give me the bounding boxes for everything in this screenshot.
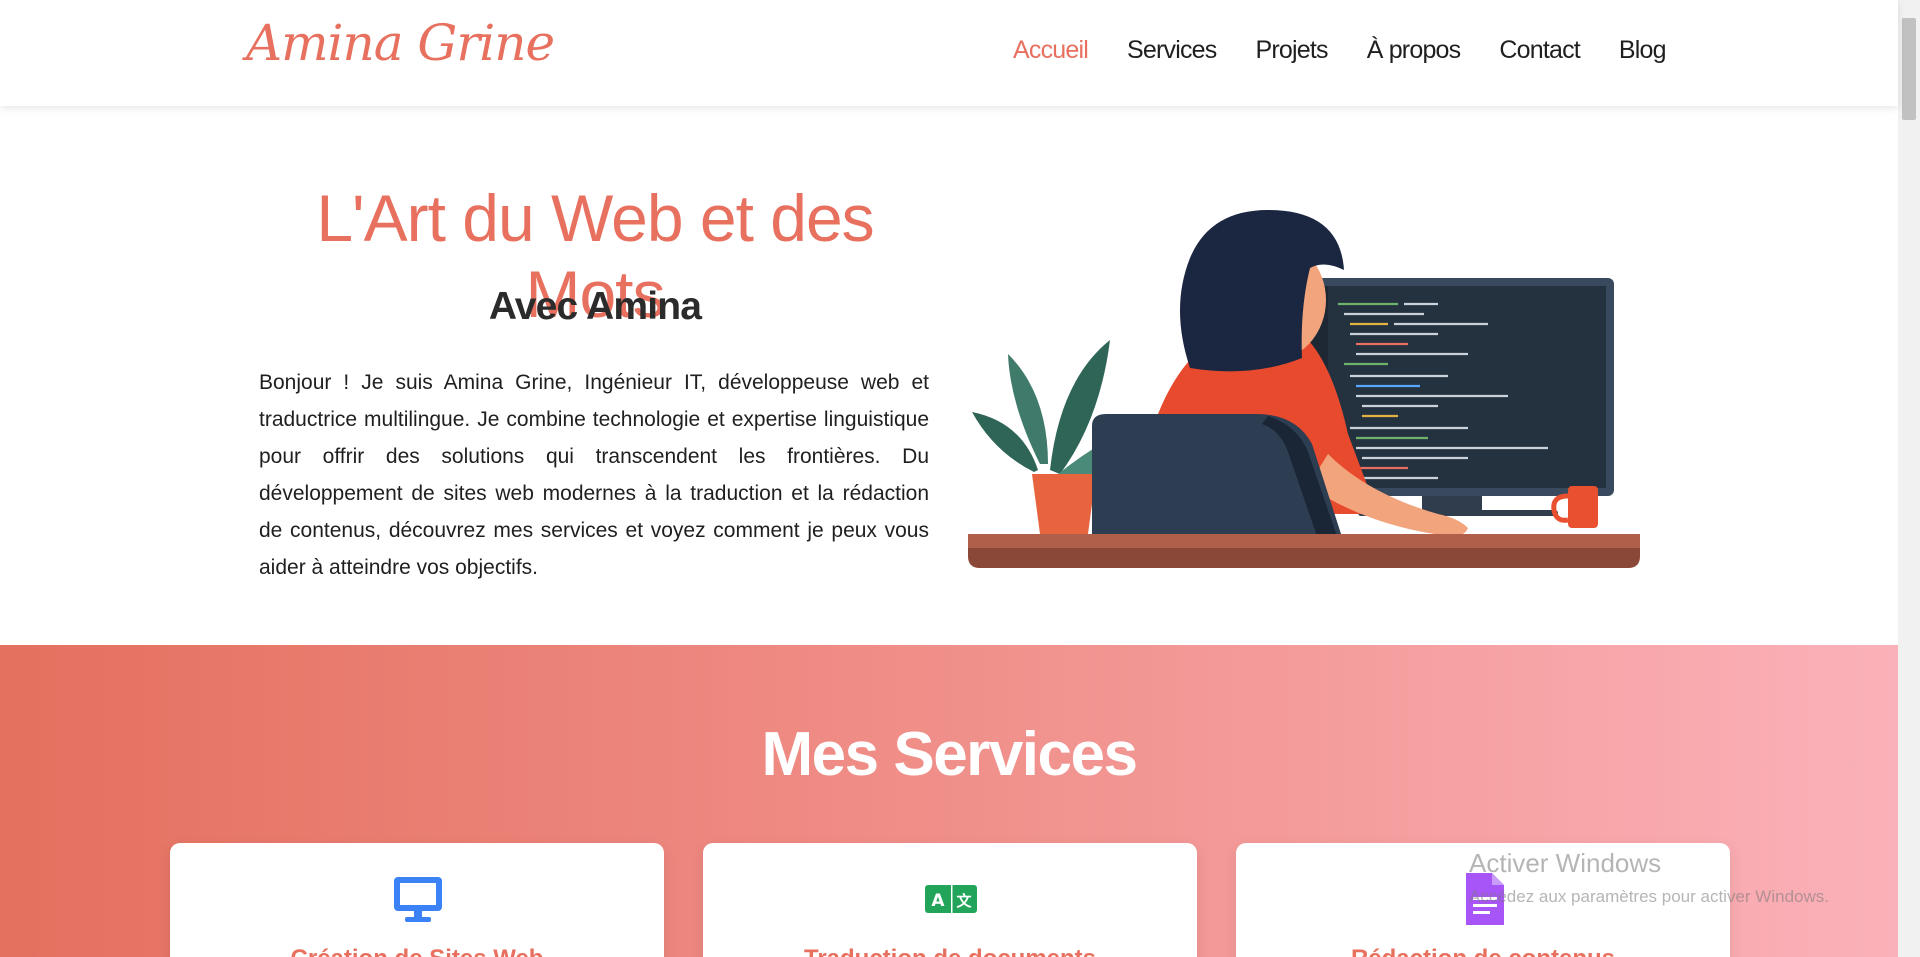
nav-item-contact[interactable]: Contact <box>1499 36 1580 65</box>
page-scrollbar[interactable] <box>1898 0 1920 957</box>
nav-item-a-propos[interactable]: À propos <box>1367 36 1461 65</box>
svg-text:文: 文 <box>956 892 972 910</box>
translate-icon: A 文 <box>925 885 977 913</box>
monitor-icon <box>394 877 442 922</box>
svg-text:A: A <box>931 891 945 911</box>
watermark-title: Activer Windows <box>1469 848 1662 878</box>
service-card-translation[interactable]: A 文 Traduction de documents <box>703 843 1197 957</box>
hero-illustration <box>968 210 1640 568</box>
watermark-subtitle: Accédez aux paramètres pour activer Wind… <box>1469 887 1829 906</box>
main-nav: Accueil Services Projets À propos Contac… <box>1013 36 1705 65</box>
scrollbar-thumb[interactable] <box>1902 18 1916 120</box>
windows-activation-watermark: Activer Windows Accédez aux paramètres p… <box>1469 848 1829 907</box>
services-section: Mes Services Création de Sites Web A 文 T… <box>0 645 1898 957</box>
service-card-web[interactable]: Création de Sites Web <box>170 843 664 957</box>
nav-item-blog[interactable]: Blog <box>1619 36 1667 65</box>
site-logo[interactable]: Amina Grine <box>246 14 555 72</box>
nav-item-projets[interactable]: Projets <box>1255 36 1328 65</box>
nav-item-accueil[interactable]: Accueil <box>1013 36 1089 65</box>
services-title: Mes Services <box>761 720 1138 789</box>
hero-intro-text: Bonjour ! Je suis Amina Grine, Ingénieur… <box>259 371 929 579</box>
site-header: Amina Grine Accueil Services Projets À p… <box>0 0 1898 106</box>
service-card-title: Création de Sites Web <box>170 945 664 957</box>
service-card-title: Traduction de documents <box>703 945 1197 957</box>
service-card-title: Rédaction de contenus <box>1236 945 1730 957</box>
nav-item-services[interactable]: Services <box>1127 36 1217 65</box>
hero-subtitle: Avec Amina <box>488 285 702 328</box>
